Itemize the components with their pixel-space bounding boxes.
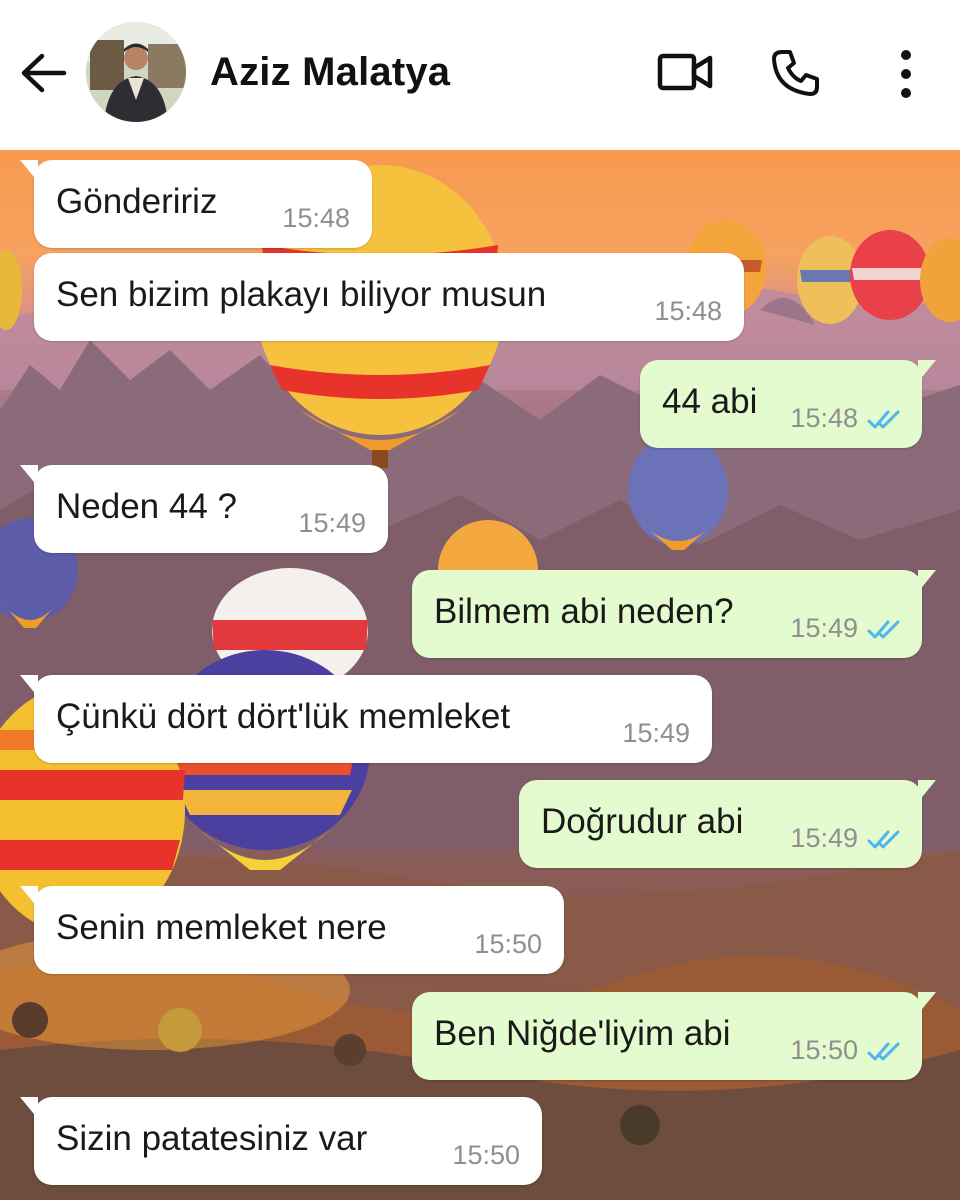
- message-bubble-outgoing[interactable]: 44 abi 15:48: [640, 360, 936, 448]
- message-time: 15:49: [790, 613, 858, 643]
- message-text: Ben Niğde'liyim abi: [434, 1014, 731, 1053]
- message-text: 44 abi: [662, 382, 758, 421]
- double-check-read-icon: [867, 830, 900, 849]
- contact-name[interactable]: Aziz Malatya: [210, 50, 450, 95]
- video-camera-icon[interactable]: [656, 48, 714, 96]
- double-check-read-icon: [867, 620, 900, 639]
- message-text: Çünkü dört dört'lük memleket: [56, 697, 511, 736]
- message-time: 15:48: [282, 203, 350, 233]
- chat-header: Aziz Malatya: [0, 0, 960, 150]
- message-text: Senin memleket nere: [56, 908, 387, 947]
- message-time: 15:49: [790, 823, 858, 853]
- message-time: 15:48: [790, 403, 858, 433]
- message-bubble-incoming[interactable]: Sizin patatesiniz var 15:50: [20, 1097, 542, 1185]
- more-vertical-icon[interactable]: [886, 48, 926, 100]
- avatar[interactable]: [86, 22, 186, 122]
- message-bubble-incoming[interactable]: Sen bizim plakayı biliyor musun 15:48: [34, 253, 744, 341]
- message-text: Bilmem abi neden?: [434, 592, 734, 631]
- message-time: 15:50: [790, 1035, 858, 1065]
- message-text: Sizin patatesiniz var: [56, 1119, 368, 1158]
- message-time: 15:50: [452, 1140, 520, 1170]
- message-bubble-outgoing[interactable]: Ben Niğde'liyim abi 15:50: [412, 992, 936, 1080]
- message-time: 15:49: [298, 508, 366, 538]
- message-text: Sen bizim plakayı biliyor musun: [56, 275, 547, 314]
- arrow-left-icon[interactable]: [18, 50, 68, 96]
- message-text: Göndeririz: [56, 182, 218, 221]
- message-bubble-incoming[interactable]: Çünkü dört dört'lük memleket 15:49: [20, 675, 712, 763]
- message-time: 15:49: [622, 718, 690, 748]
- chat-area[interactable]: Göndeririz 15:48 Sen bizim plakayı biliy…: [0, 150, 960, 1200]
- message-bubble-incoming[interactable]: Senin memleket nere 15:50: [20, 886, 564, 974]
- phone-icon[interactable]: [770, 48, 820, 98]
- double-check-read-icon: [867, 410, 900, 429]
- message-time: 15:48: [654, 296, 722, 326]
- double-check-read-icon: [867, 1042, 900, 1061]
- message-bubble-incoming[interactable]: Neden 44 ? 15:49: [20, 465, 388, 553]
- message-bubble-outgoing[interactable]: Doğrudur abi 15:49: [519, 780, 936, 868]
- message-text: Neden 44 ?: [56, 487, 237, 526]
- message-text: Doğrudur abi: [541, 802, 744, 841]
- message-bubble-incoming[interactable]: Göndeririz 15:48: [20, 160, 372, 248]
- message-time: 15:50: [474, 929, 542, 959]
- avatar-photo: [86, 22, 186, 122]
- message-bubble-outgoing[interactable]: Bilmem abi neden? 15:49: [412, 570, 936, 658]
